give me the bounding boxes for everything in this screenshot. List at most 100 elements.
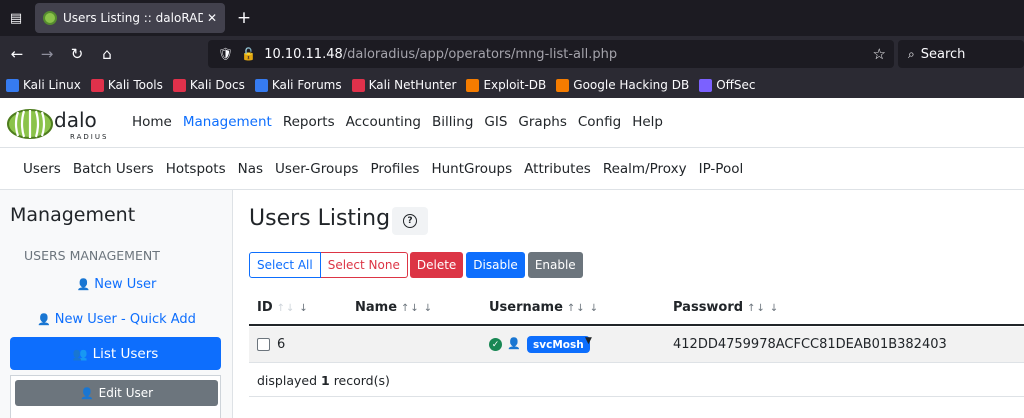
submenu-item-attributes[interactable]: Attributes xyxy=(524,161,591,177)
back-icon[interactable]: ← xyxy=(6,43,28,65)
select-all-button[interactable]: Select All xyxy=(249,252,321,278)
submenu-item-ip-pool[interactable]: IP-Pool xyxy=(699,161,744,177)
list-users-label: List Users xyxy=(92,345,159,362)
submenu-item-users[interactable]: Users xyxy=(23,161,61,177)
user-icon: 👤 xyxy=(507,337,521,350)
submenu-item-nas[interactable]: Nas xyxy=(238,161,263,177)
bookmark-item[interactable]: Kali Linux xyxy=(6,78,81,92)
bookmark-label: OffSec xyxy=(716,78,756,92)
sort-desc-icon[interactable]: ↓ xyxy=(770,303,779,314)
sort-asc-icon[interactable]: ↑↓ xyxy=(567,303,586,314)
submenu-item-user-groups[interactable]: User-Groups xyxy=(275,161,358,177)
footer-divider xyxy=(249,396,1024,397)
menu-item-config[interactable]: Config xyxy=(578,114,621,130)
edit-user-button[interactable]: 👤 Edit User xyxy=(15,380,218,406)
column-username-label: Username xyxy=(489,300,563,315)
bookmark-item[interactable]: Exploit-DB xyxy=(466,78,546,92)
user-plus-icon: 👤 xyxy=(76,278,91,291)
app-top-nav: dalo RADIUS Home Management Reports Account… xyxy=(0,98,1024,148)
sort-asc-icon[interactable]: ↑↓ xyxy=(277,303,296,314)
user-plus-icon: 👤 xyxy=(37,313,51,326)
menu-item-help[interactable]: Help xyxy=(632,114,663,130)
menu-item-reports[interactable]: Reports xyxy=(283,114,335,130)
daloradius-logo[interactable]: dalo RADIUS xyxy=(6,106,124,142)
sort-desc-icon[interactable]: ↓ xyxy=(299,303,308,314)
nethunter-icon xyxy=(351,78,365,92)
bookmark-item[interactable]: Kali Tools xyxy=(90,78,163,92)
column-password-label: Password xyxy=(673,300,744,315)
column-header-id[interactable]: ID ↑↓ ↓ xyxy=(257,300,309,315)
bookmarks-toolbar: Kali Linux Kali Tools Kali Docs Kali Forums… xyxy=(0,72,1024,98)
shield-icon[interactable]: 🛡 xyxy=(218,47,233,61)
menu-item-management[interactable]: Management xyxy=(183,114,272,130)
kali-forums-icon xyxy=(254,78,268,92)
submenu-item-hotspots[interactable]: Hotspots xyxy=(166,161,226,177)
row-id: 6 xyxy=(277,337,286,352)
row-checkbox[interactable] xyxy=(257,338,270,351)
bookmark-item[interactable]: Kali NetHunter xyxy=(351,78,457,92)
bookmark-item[interactable]: Kali Forums xyxy=(254,78,342,92)
tab-list-icon[interactable]: ▤ xyxy=(4,6,28,30)
search-box[interactable]: ⌕ Search xyxy=(898,40,1024,68)
bookmark-star-icon[interactable]: ☆ xyxy=(873,45,886,63)
bookmark-label: Google Hacking DB xyxy=(573,78,690,92)
bookmark-item[interactable]: OffSec xyxy=(699,78,756,92)
bookmark-item[interactable]: Kali Docs xyxy=(172,78,245,92)
column-header-name[interactable]: Name ↑↓ ↓ xyxy=(355,300,433,315)
favicon-icon xyxy=(43,11,57,25)
column-header-password[interactable]: Password ↑↓ ↓ xyxy=(673,300,779,315)
row-password: 412DD4759978ACFCC81DEAB01B382403 xyxy=(673,337,947,352)
sidebar-title: Management xyxy=(10,204,136,226)
home-icon[interactable]: ⌂ xyxy=(96,43,118,65)
sort-asc-icon[interactable]: ↑↓ xyxy=(747,303,766,314)
records-suffix: record(s) xyxy=(333,373,390,388)
submenu-item-realm-proxy[interactable]: Realm/Proxy xyxy=(603,161,687,177)
disable-button[interactable]: Disable xyxy=(466,252,525,278)
new-tab-icon[interactable]: + xyxy=(232,6,256,30)
browser-tab-bar: ▤ Users Listing :: daloRADIUS ✕ + xyxy=(0,0,1024,36)
menu-item-home[interactable]: Home xyxy=(132,114,172,130)
sort-desc-icon[interactable]: ↓ xyxy=(590,303,599,314)
user-edit-icon: 👤 xyxy=(79,386,94,400)
records-prefix: displayed xyxy=(257,373,318,388)
sort-desc-icon[interactable]: ↓ xyxy=(424,303,433,314)
sidebar-section-heading: USERS MANAGEMENT xyxy=(24,248,160,263)
submenu-item-profiles[interactable]: Profiles xyxy=(370,161,419,177)
caret-down-icon[interactable]: ▼ xyxy=(585,336,592,346)
menu-item-billing[interactable]: Billing xyxy=(432,114,473,130)
close-tab-icon[interactable]: ✕ xyxy=(207,11,217,25)
username-badge[interactable]: svcMosh xyxy=(527,336,590,353)
main-menu: Home Management Reports Accounting Billing GI… xyxy=(132,114,674,130)
enabled-check-icon: ✓ xyxy=(489,338,502,351)
reload-icon[interactable]: ↻ xyxy=(66,43,88,65)
sort-asc-icon[interactable]: ↑↓ xyxy=(401,303,420,314)
bookmark-item[interactable]: Google Hacking DB xyxy=(556,78,689,92)
new-user-link[interactable]: 👤 New User xyxy=(0,277,233,292)
users-list-icon: 👥 xyxy=(72,346,88,361)
insecure-lock-icon[interactable]: 🔓 xyxy=(241,47,256,61)
url-bar[interactable]: 🛡 🔓 10.10.11.48/daloradius/app/operators… xyxy=(208,40,894,68)
delete-button[interactable]: Delete xyxy=(409,252,464,278)
new-user-quick-link[interactable]: 👤 New User - Quick Add xyxy=(0,312,233,327)
enable-button[interactable]: Enable xyxy=(527,252,583,278)
records-count: displayed 1 record(s) xyxy=(257,373,390,388)
select-none-button[interactable]: Select None xyxy=(320,252,408,278)
menu-item-graphs[interactable]: Graphs xyxy=(518,114,566,130)
new-user-quick-label: New User - Quick Add xyxy=(54,312,196,327)
bookmark-label: Kali NetHunter xyxy=(368,78,457,92)
help-button[interactable]: ? xyxy=(392,207,428,235)
menu-item-gis[interactable]: GIS xyxy=(484,114,507,130)
bookmark-label: Kali Linux xyxy=(23,78,81,92)
forward-icon[interactable]: → xyxy=(36,43,58,65)
list-users-button[interactable]: 👥 List Users xyxy=(10,337,221,370)
bookmark-label: Exploit-DB xyxy=(483,78,547,92)
menu-item-accounting[interactable]: Accounting xyxy=(346,114,421,130)
browser-tab[interactable]: Users Listing :: daloRADIUS ✕ xyxy=(35,3,225,33)
logo-text: dalo xyxy=(54,108,97,132)
column-header-username[interactable]: Username ↑↓ ↓ xyxy=(489,300,599,315)
kali-tools-icon xyxy=(90,78,104,92)
submenu-item-batch-users[interactable]: Batch Users xyxy=(73,161,154,177)
kali-docs-icon xyxy=(172,78,186,92)
sub-nav: Users Batch Users Hotspots Nas User-Groups Pr… xyxy=(0,148,1024,190)
submenu-item-huntgroups[interactable]: HuntGroups xyxy=(431,161,512,177)
